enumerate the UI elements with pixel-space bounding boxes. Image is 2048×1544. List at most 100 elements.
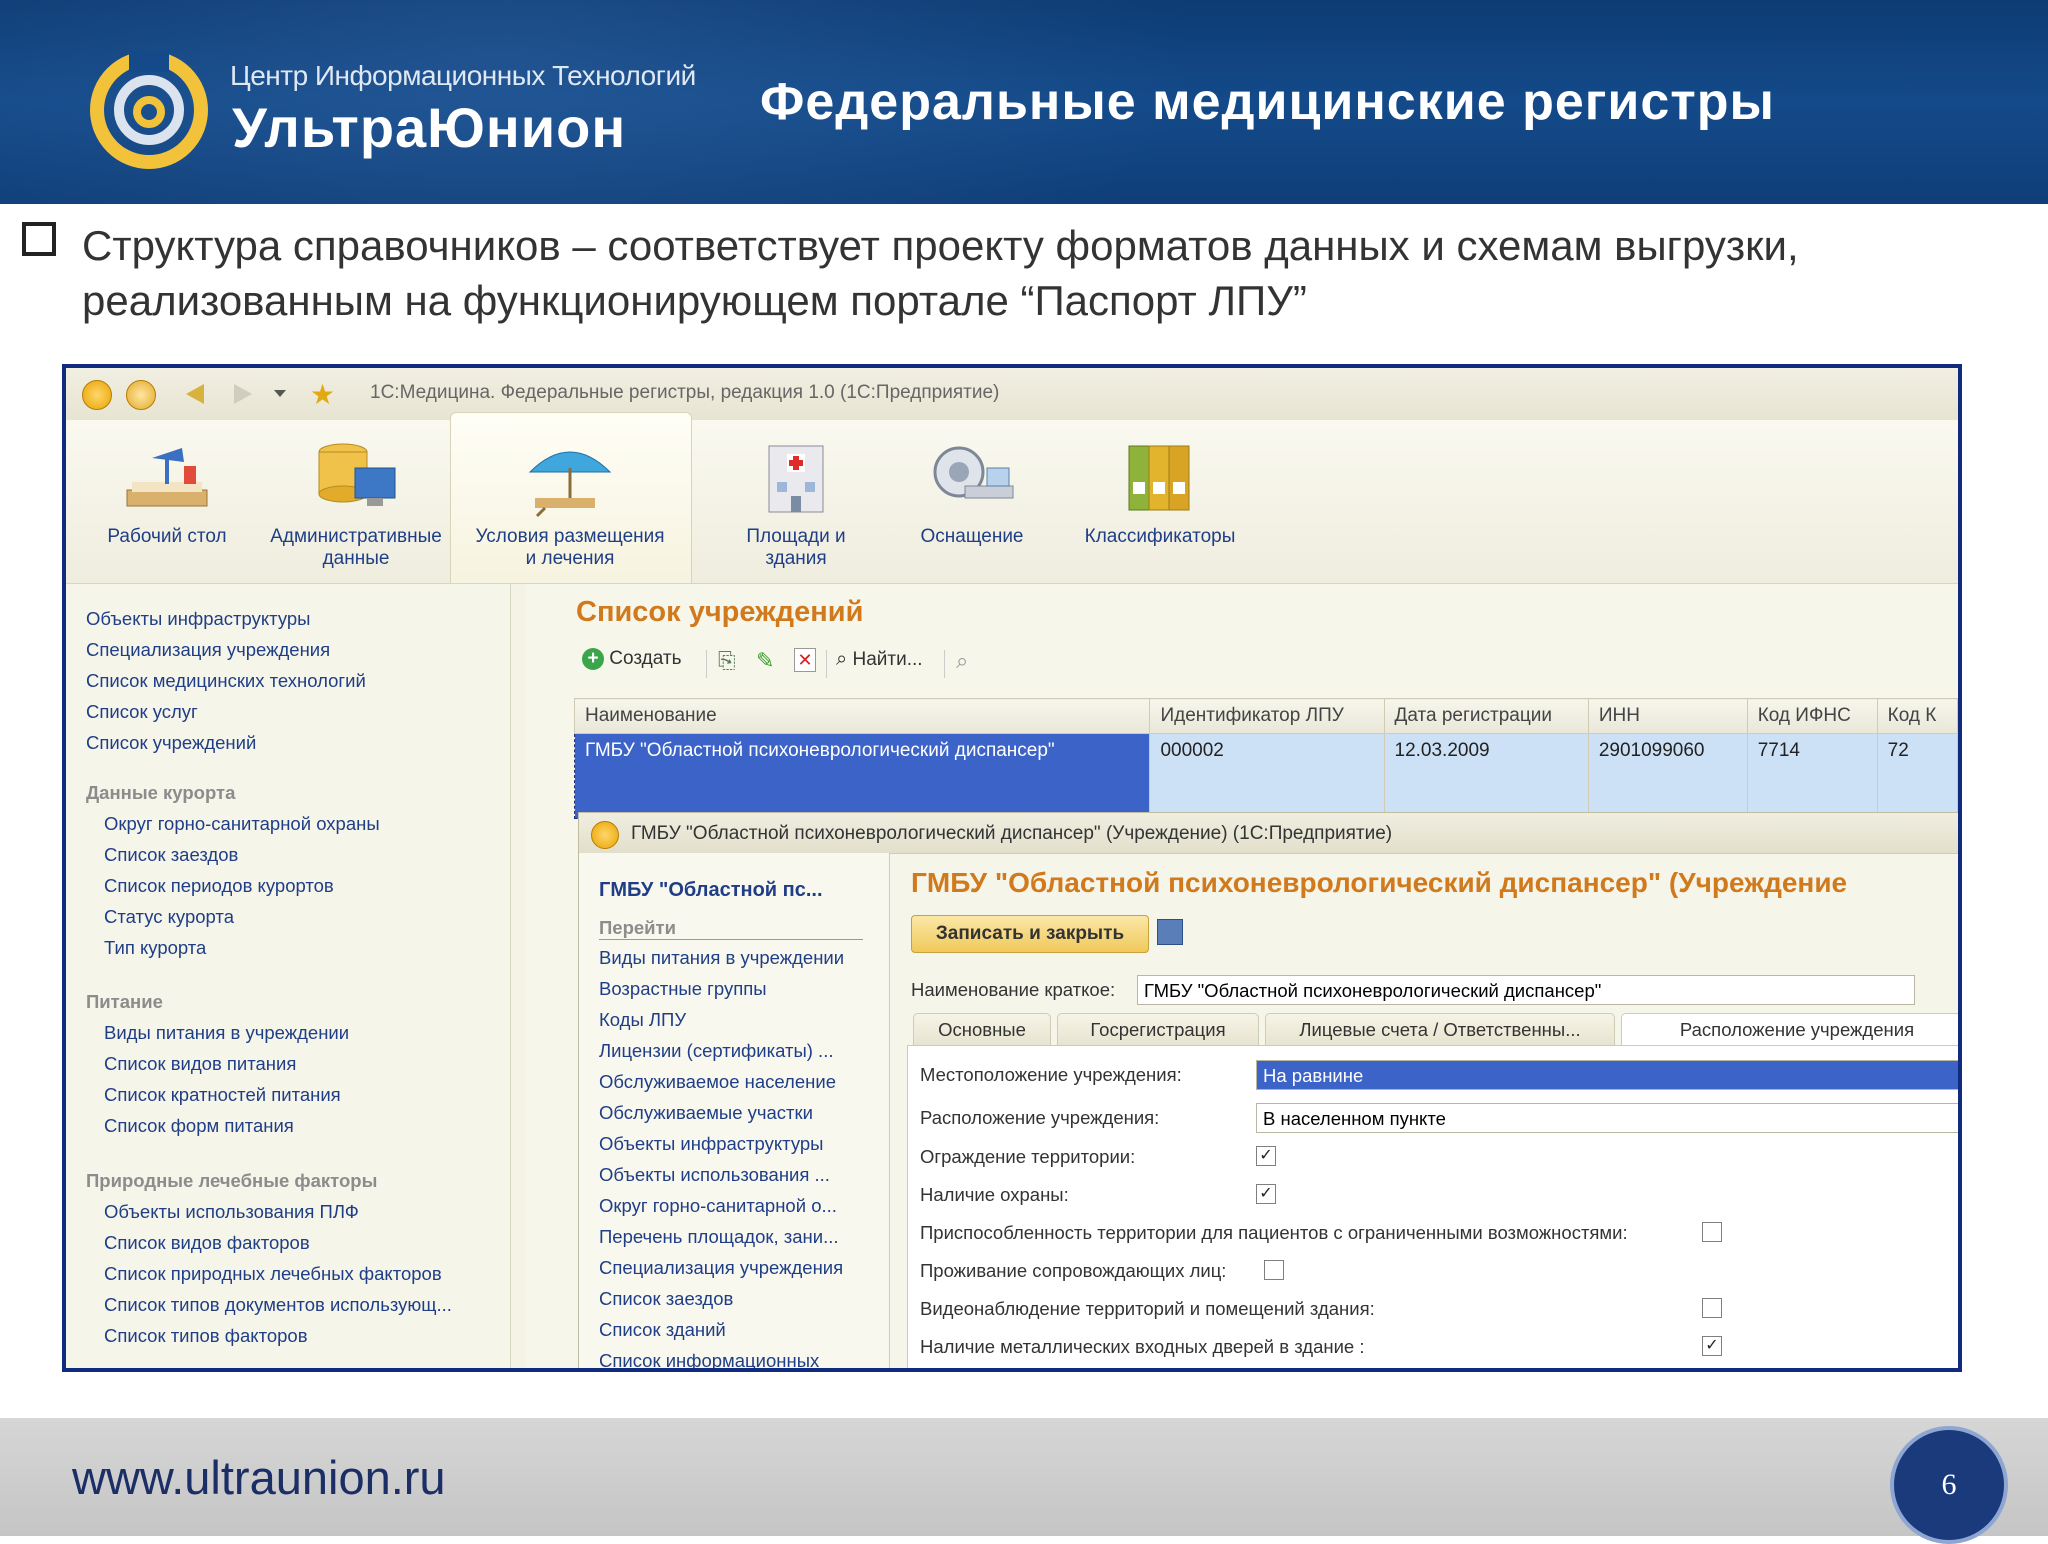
logo-subtitle: Центр Информационных Технологий bbox=[230, 60, 696, 91]
nav-item[interactable]: Список типов документов использующ... bbox=[104, 1294, 452, 1316]
metal-doors-checkbox[interactable]: ✓ bbox=[1702, 1336, 1722, 1356]
column-header[interactable]: Код ИФНС bbox=[1746, 698, 1878, 734]
table-cell[interactable]: 12.03.2009 bbox=[1383, 733, 1589, 819]
nav-item[interactable]: Тип курорта bbox=[104, 937, 206, 959]
video-surveillance-checkbox[interactable] bbox=[1702, 1298, 1722, 1318]
nav-item[interactable]: Список медицинских технологий bbox=[86, 670, 366, 692]
placement-label: Расположение учреждения: bbox=[920, 1107, 1160, 1128]
column-header[interactable]: Наименование bbox=[573, 698, 1151, 734]
copy-icon[interactable]: ⎘ bbox=[718, 648, 736, 674]
sub-nav-item[interactable]: Обслуживаемое население bbox=[599, 1071, 836, 1093]
find-button[interactable]: ⌕ Найти... bbox=[836, 648, 923, 671]
institution-form: ГМБУ "Областной психоневрологический дис… bbox=[901, 853, 1958, 1368]
tab-location[interactable]: Расположение учреждения bbox=[1621, 1013, 1958, 1047]
ribbon-label: Административные данные bbox=[270, 526, 442, 569]
back-arrow-icon[interactable] bbox=[186, 384, 204, 404]
check-label: Видеонаблюдение территорий и помещений з… bbox=[920, 1298, 1375, 1319]
forward-arrow-icon[interactable] bbox=[234, 384, 252, 404]
nav-item[interactable]: Список кратностей питания bbox=[104, 1084, 341, 1106]
tab-registration[interactable]: Госрегистрация bbox=[1057, 1013, 1259, 1047]
nav-item[interactable]: Список услуг bbox=[86, 701, 198, 723]
sub-nav-item[interactable]: Коды ЛПУ bbox=[599, 1009, 686, 1031]
slide-title: Федеральные медицинские регистры bbox=[760, 73, 1775, 131]
nav-item[interactable]: Округ горно-санитарной охраны bbox=[104, 813, 380, 835]
subwindow-title: ГМБУ "Областной психоневрологический дис… bbox=[631, 823, 1393, 844]
ribbon-item-buildings[interactable]: Площади и здания bbox=[726, 420, 866, 570]
sub-nav-item[interactable]: Перечень площадок, зани... bbox=[599, 1226, 839, 1248]
column-header[interactable]: Дата регистрации bbox=[1383, 698, 1589, 734]
nav-item[interactable]: Виды питания в учреждении bbox=[104, 1022, 349, 1044]
column-header[interactable]: Код К bbox=[1876, 698, 1958, 734]
nav-item[interactable]: Список видов факторов bbox=[104, 1232, 310, 1254]
nav-item[interactable]: Специализация учреждения bbox=[86, 639, 330, 661]
sub-nav-item[interactable]: Список информационных bbox=[599, 1350, 819, 1368]
sub-nav-item[interactable]: Специализация учреждения bbox=[599, 1257, 843, 1279]
table-cell[interactable]: 72 bbox=[1876, 733, 1958, 819]
nav-item[interactable]: Список периодов курортов bbox=[104, 875, 334, 897]
column-header[interactable]: Идентификатор ЛПУ bbox=[1149, 698, 1385, 734]
table-cell[interactable]: 7714 bbox=[1746, 733, 1878, 819]
1c-logo-icon[interactable] bbox=[82, 380, 112, 410]
sub-nav-item[interactable]: Обслуживаемые участки bbox=[599, 1102, 813, 1124]
sub-nav-item[interactable]: Объекты инфраструктуры bbox=[599, 1133, 823, 1155]
accompanying-checkbox[interactable] bbox=[1264, 1260, 1284, 1280]
cancel-search-icon[interactable]: ⌕ bbox=[956, 648, 968, 674]
toolbar-separator bbox=[706, 650, 707, 678]
placement-select[interactable]: В населенном пункте bbox=[1256, 1103, 1958, 1133]
create-button[interactable]: + Создать bbox=[582, 648, 682, 670]
nav-item[interactable]: Список заездов bbox=[104, 844, 238, 866]
ribbon-item-equipment[interactable]: Оснащение bbox=[902, 420, 1042, 548]
sub-nav-item[interactable]: Возрастные группы bbox=[599, 978, 767, 1000]
list-title: Список учреждений bbox=[576, 596, 864, 628]
table-cell[interactable]: ГМБУ "Областной психоневрологический дис… bbox=[573, 733, 1151, 819]
tab-main[interactable]: Основные bbox=[913, 1013, 1051, 1047]
ribbon-item-desktop[interactable]: Рабочий стол bbox=[102, 420, 232, 548]
nav-item[interactable]: Статус курорта bbox=[104, 906, 234, 928]
sub-nav-item[interactable]: Округ горно-санитарной о... bbox=[599, 1195, 837, 1217]
ribbon-item-classifiers[interactable]: Классификаторы bbox=[1070, 420, 1250, 548]
nav-item[interactable]: Список форм питания bbox=[104, 1115, 294, 1137]
nav-item-institutions[interactable]: Список учреждений bbox=[86, 732, 256, 754]
medical-scanner-icon bbox=[927, 438, 1017, 518]
edit-pencil-icon[interactable]: ✎ bbox=[756, 648, 774, 674]
subwindow-titlebar: ГМБУ "Областной психоневрологический дис… bbox=[579, 813, 1958, 854]
history-dropdown-icon[interactable] bbox=[274, 390, 286, 397]
table-row[interactable]: ГМБУ "Областной психоневрологический дис… bbox=[573, 733, 1958, 819]
ribbon-item-conditions[interactable]: Условия размещения и лечения bbox=[470, 420, 670, 570]
favorites-star-icon[interactable]: ★ bbox=[310, 378, 335, 411]
location-tab-body: Местоположение учреждения: На равнине Ра… bbox=[907, 1045, 1958, 1368]
short-name-field[interactable]: ГМБУ "Областной психоневрологический дис… bbox=[1137, 975, 1915, 1005]
nav-item[interactable]: Список природных лечебных факторов bbox=[104, 1263, 442, 1285]
tab-accounts[interactable]: Лицевые счета / Ответственны... bbox=[1265, 1013, 1615, 1047]
save-disk-icon[interactable] bbox=[1157, 919, 1183, 945]
accessibility-checkbox[interactable] bbox=[1702, 1222, 1722, 1242]
nav-group-title: Природные лечебные факторы bbox=[86, 1170, 378, 1191]
binders-icon bbox=[1115, 438, 1205, 518]
sub-nav-item[interactable]: Список заездов bbox=[599, 1288, 733, 1310]
ribbon-item-admin-data[interactable]: Административные данные bbox=[266, 420, 446, 570]
column-header[interactable]: ИНН bbox=[1587, 698, 1748, 734]
app-screenshot-frame: ★ 1С:Медицина. Федеральные регистры, ред… bbox=[62, 364, 1962, 1372]
subwindow-nav-panel: ГМБУ "Областной пс... Перейти Виды питан… bbox=[579, 853, 890, 1368]
nav-item[interactable]: Список видов питания bbox=[104, 1053, 296, 1075]
nav-item[interactable]: Объекты инфраструктуры bbox=[86, 608, 310, 630]
delete-icon[interactable]: ✕ bbox=[794, 648, 816, 672]
location-select[interactable]: На равнине bbox=[1256, 1060, 1958, 1090]
table-cell[interactable]: 2901099060 bbox=[1587, 733, 1748, 819]
menu-dropdown-icon[interactable] bbox=[126, 380, 156, 410]
sub-nav-item[interactable]: Лицензии (сертификаты) ... bbox=[599, 1040, 833, 1062]
fence-checkbox[interactable]: ✓ bbox=[1256, 1146, 1276, 1166]
hospital-building-icon bbox=[751, 438, 841, 518]
subwindow-nav-title[interactable]: ГМБУ "Областной пс... bbox=[599, 879, 823, 902]
table-cell[interactable]: 000002 bbox=[1149, 733, 1385, 819]
save-and-close-button[interactable]: Записать и закрыть bbox=[911, 915, 1149, 953]
logo-title: УльтраЮнион bbox=[232, 96, 627, 159]
check-label: Приспособленность территории для пациент… bbox=[920, 1222, 1628, 1243]
security-checkbox[interactable]: ✓ bbox=[1256, 1184, 1276, 1204]
sub-nav-item[interactable]: Объекты использования ... bbox=[599, 1164, 830, 1186]
website-link[interactable]: www.ultraunion.ru bbox=[72, 1450, 446, 1505]
nav-item[interactable]: Список типов факторов bbox=[104, 1325, 308, 1347]
nav-item[interactable]: Объекты использования ПЛФ bbox=[104, 1201, 359, 1223]
sub-nav-item[interactable]: Виды питания в учреждении bbox=[599, 947, 844, 969]
sub-nav-item[interactable]: Список зданий bbox=[599, 1319, 726, 1341]
